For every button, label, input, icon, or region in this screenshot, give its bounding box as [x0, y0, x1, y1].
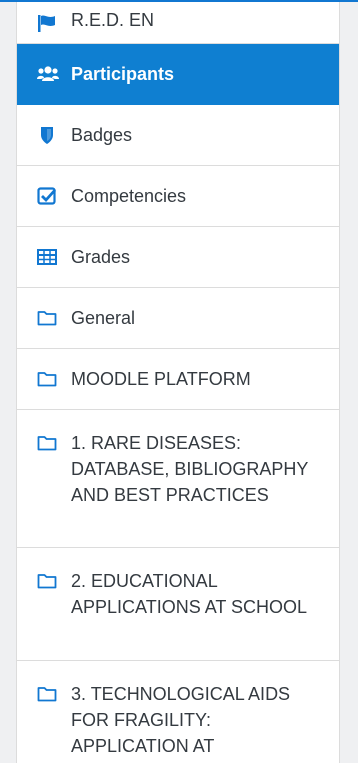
nav-item-label: Grades [71, 247, 131, 267]
folder-icon [37, 684, 57, 704]
nav-item-course-home[interactable]: R.E.D. EN [17, 2, 339, 44]
nav-item-label: Badges [71, 125, 133, 145]
folder-icon [37, 369, 57, 389]
shield-icon [37, 125, 57, 145]
nav-item-section-moodle-platform[interactable]: MOODLE PLATFORM [17, 349, 339, 410]
nav-item-label: 2. EDUCATIONAL APPLICATIONS AT SCHOOL [71, 571, 308, 617]
nav-item-label: Participants [71, 64, 175, 84]
flag-icon [37, 13, 57, 33]
course-navigation-drawer: R.E.D. EN Participants Badges Competenci… [16, 2, 340, 763]
table-icon [37, 247, 57, 267]
nav-item-label: MOODLE PLATFORM [71, 369, 251, 389]
nav-item-badges[interactable]: Badges [17, 105, 339, 166]
nav-item-label: Competencies [71, 186, 187, 206]
nav-item-section-2[interactable]: 2. EDUCATIONAL APPLICATIONS AT SCHOOL [17, 548, 339, 661]
users-icon [37, 64, 59, 84]
nav-item-label: R.E.D. EN [71, 10, 155, 30]
nav-item-competencies[interactable]: Competencies [17, 166, 339, 227]
nav-item-section-general[interactable]: General [17, 288, 339, 349]
nav-item-label: 3. TECHNOLOGICAL AIDS FOR FRAGILITY: APP… [71, 684, 291, 756]
nav-item-participants[interactable]: Participants [17, 44, 339, 105]
checkbox-icon [37, 186, 57, 206]
folder-icon [37, 433, 57, 453]
nav-item-section-3[interactable]: 3. TECHNOLOGICAL AIDS FOR FRAGILITY: APP… [17, 661, 339, 763]
folder-icon [37, 308, 57, 328]
nav-item-section-1[interactable]: 1. RARE DISEASES: DATABASE, BIBLIOGRAPHY… [17, 410, 339, 548]
nav-item-label: General [71, 308, 136, 328]
nav-item-grades[interactable]: Grades [17, 227, 339, 288]
folder-icon [37, 571, 57, 591]
nav-item-label: 1. RARE DISEASES: DATABASE, BIBLIOGRAPHY… [71, 433, 309, 505]
